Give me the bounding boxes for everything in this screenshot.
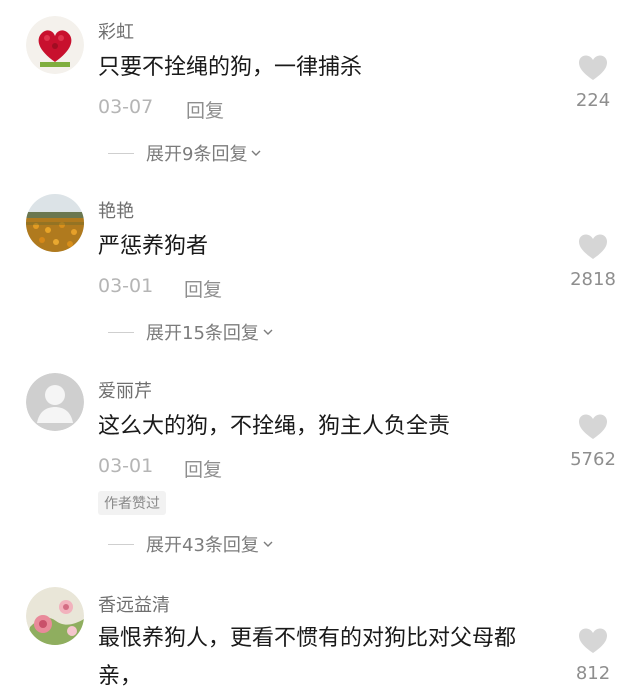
chevron-down-icon xyxy=(263,541,273,547)
expand-replies-button[interactable]: 展开43条回复 xyxy=(108,532,273,556)
reply-button[interactable]: 回复 xyxy=(186,96,224,123)
reply-button[interactable]: 回复 xyxy=(184,455,222,482)
like-count: 224 xyxy=(575,90,611,111)
username[interactable]: 彩虹 xyxy=(98,18,134,44)
reply-button[interactable]: 回复 xyxy=(184,275,222,302)
username[interactable]: 艳艳 xyxy=(98,197,134,223)
red-heart-flowers-icon xyxy=(26,16,84,74)
default-user-icon xyxy=(26,373,84,431)
like-count: 2818 xyxy=(570,269,616,290)
expand-replies-button[interactable]: 展开9条回复 xyxy=(108,141,261,165)
like-group: 5762 xyxy=(563,413,623,470)
expand-replies-label: 展开43条回复 xyxy=(146,535,259,556)
like-group: 224 xyxy=(563,54,623,111)
divider-line xyxy=(108,152,134,154)
author-liked-badge: 作者赞过 xyxy=(98,491,166,515)
comment-date: 03-07 xyxy=(98,96,154,118)
comment-text[interactable]: 最恨养狗人，更看不惯有的对狗比对父母都亲， xyxy=(98,620,558,696)
avatar[interactable] xyxy=(26,373,84,431)
comment-date: 03-01 xyxy=(98,455,154,477)
heart-icon[interactable] xyxy=(578,54,608,82)
like-group: 812 xyxy=(563,627,623,684)
like-group: 2818 xyxy=(563,233,623,290)
comment-text[interactable]: 严惩养狗者 xyxy=(98,228,208,266)
heart-icon[interactable] xyxy=(578,233,608,261)
comment-date: 03-01 xyxy=(98,275,154,297)
comment-text[interactable]: 这么大的狗，不拴绳，狗主人负全责 xyxy=(98,408,450,446)
username[interactable]: 香远益清 xyxy=(98,591,170,617)
avatar[interactable] xyxy=(26,194,84,252)
divider-line xyxy=(108,331,134,333)
like-count: 5762 xyxy=(570,449,616,470)
comment-text[interactable]: 只要不拴绳的狗，一律捕杀 xyxy=(98,49,362,87)
chevron-down-icon xyxy=(263,329,273,335)
flower-field-icon xyxy=(26,194,84,252)
heart-icon[interactable] xyxy=(578,413,608,441)
username[interactable]: 爱丽芹 xyxy=(98,377,152,403)
chevron-down-icon xyxy=(251,150,261,156)
expand-replies-label: 展开9条回复 xyxy=(146,144,248,165)
like-count: 812 xyxy=(575,663,611,684)
expand-replies-button[interactable]: 展开15条回复 xyxy=(108,320,273,344)
divider-line xyxy=(108,543,134,545)
expand-replies-label: 展开15条回复 xyxy=(146,323,259,344)
heart-icon[interactable] xyxy=(578,627,608,655)
avatar[interactable] xyxy=(26,16,84,74)
avatar[interactable] xyxy=(26,587,84,645)
pink-flower-icon xyxy=(26,587,84,645)
